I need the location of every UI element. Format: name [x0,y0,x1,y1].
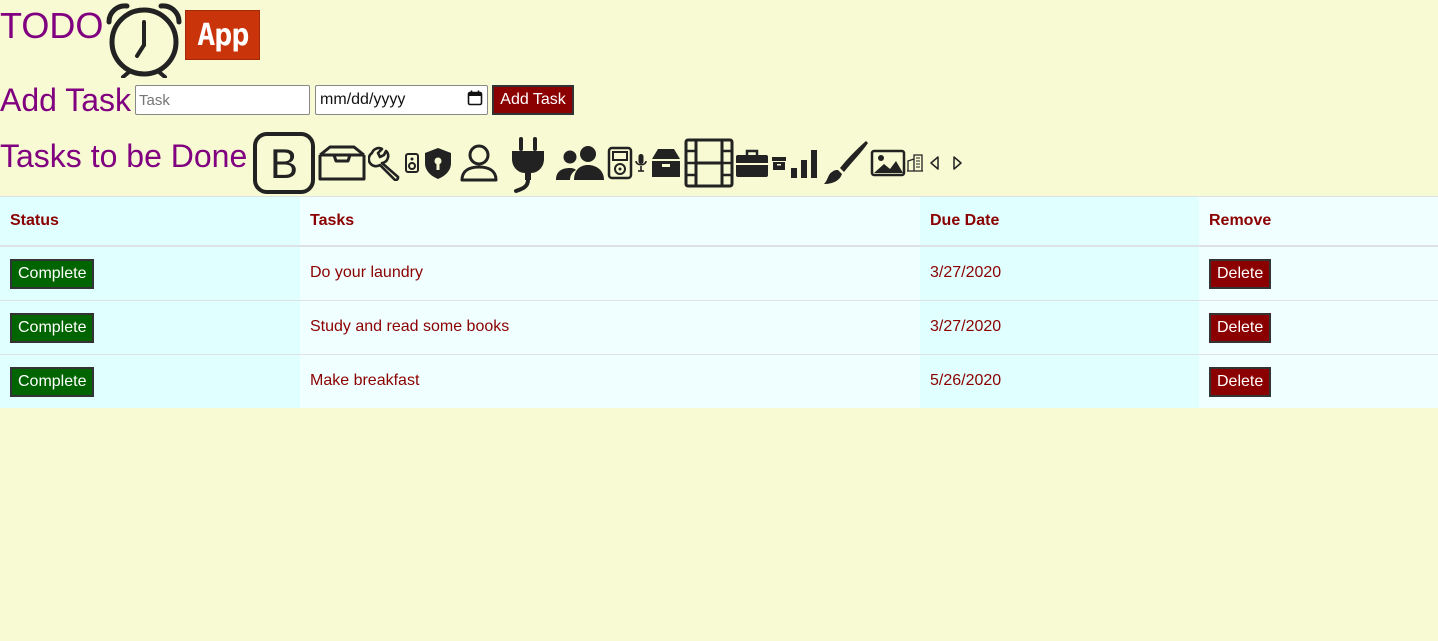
plug-icon [512,137,545,193]
archive-small-icon [772,157,787,170]
mic-icon [635,154,648,172]
table-header-row: Status Tasks Due Date Remove [0,196,1438,247]
column-header-tasks: Tasks [300,196,920,247]
bar-chart-icon [791,150,818,178]
wrench-icon [368,146,400,181]
caret-left-icon [930,156,939,170]
due-date-input[interactable]: mm/dd/yyyy [315,85,489,115]
building-icon [907,154,924,172]
alarm-clock-icon [103,0,185,79]
task-name: Do your laundry [300,245,920,300]
app-logo: App [185,10,261,60]
bootstrap-b-icon: B [253,132,316,194]
add-task-button[interactable]: Add Task [492,85,575,115]
caret-right-icon [953,156,962,170]
icon-strip: B [252,130,968,196]
delete-button[interactable]: Delete [1209,312,1272,343]
add-task-form: Add Task mm/dd/yyyy Add Task [0,80,575,120]
table-row: Complete Do your laundry 3/27/2020 Delet… [0,245,1438,300]
due-date: 3/27/2020 [920,299,1199,354]
table-row: Complete Study and read some books 3/27/… [0,299,1438,354]
image-icon [871,149,906,177]
briefcase-icon [736,149,769,177]
delete-button[interactable]: Delete [1209,259,1272,289]
delete-button[interactable]: Delete [1209,366,1272,397]
calendar-icon[interactable] [467,90,483,111]
archive-icon [652,149,681,177]
due-date: 5/26/2020 [920,353,1199,408]
column-header-remove: Remove [1199,196,1438,247]
music-player-icon [608,146,633,180]
inbox-icon [318,145,366,181]
table-row: Complete Make breakfast 5/26/2020 Delete [0,353,1438,408]
tasks-heading-row: Tasks to be Done B [0,130,968,196]
complete-button[interactable]: Complete [10,366,95,397]
add-task-heading: Add Task [0,82,132,118]
title-bar: TODO App [0,0,261,80]
task-name: Study and read some books [300,299,920,354]
column-header-status: Status [0,196,300,247]
task-input[interactable] [135,85,311,115]
shield-lock-icon [425,148,452,179]
column-header-due-date: Due Date [920,196,1199,247]
page-title: TODO [0,5,104,46]
tasks-heading: Tasks to be Done [0,138,248,174]
people-icon [556,146,605,180]
person-icon [460,144,498,182]
brush-icon [824,141,869,184]
task-name: Make breakfast [300,353,920,408]
svg-text:B: B [270,140,298,187]
date-placeholder: mm/dd/yyyy [320,91,406,108]
speaker-icon [405,153,420,173]
complete-button[interactable]: Complete [10,259,95,289]
tasks-table: Status Tasks Due Date Remove Complete Do… [0,196,1438,408]
due-date: 3/27/2020 [920,245,1199,300]
film-icon [684,138,734,188]
complete-button[interactable]: Complete [10,312,95,343]
